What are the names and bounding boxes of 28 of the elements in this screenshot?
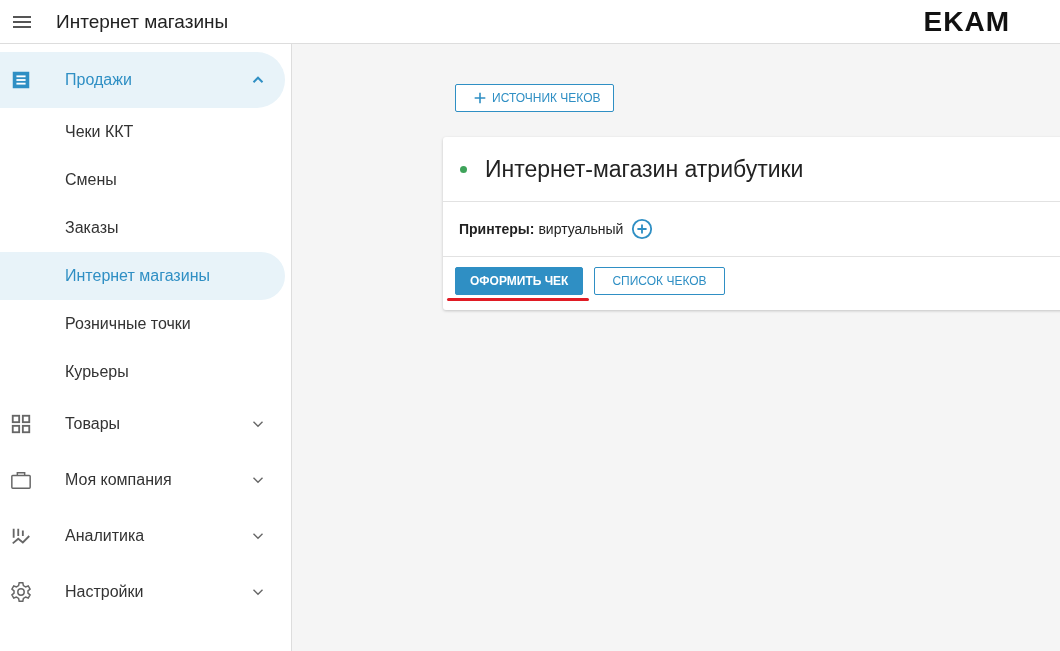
menu-icon[interactable] bbox=[13, 15, 31, 28]
nav-label: Аналитика bbox=[65, 527, 146, 545]
list-icon bbox=[10, 69, 32, 91]
add-source-button[interactable]: ИСТОЧНИК ЧЕКОВ bbox=[455, 84, 614, 112]
nav-item[interactable]: Моя компания bbox=[0, 452, 285, 508]
plus-icon bbox=[472, 90, 488, 106]
nav-subitem[interactable]: Розничные точки bbox=[0, 300, 285, 348]
nav-subitem[interactable]: Заказы bbox=[0, 204, 285, 252]
nav-label: Моя компания bbox=[65, 471, 173, 489]
nav-subitem[interactable]: Чеки ККТ bbox=[0, 108, 285, 156]
briefcase-icon bbox=[10, 469, 32, 491]
nav-subitem[interactable]: Смены bbox=[0, 156, 285, 204]
outlined-button[interactable]: СПИСОК ЧЕКОВ bbox=[594, 266, 725, 295]
grid-icon bbox=[10, 413, 32, 435]
nav-subitem[interactable]: Курьеры bbox=[0, 348, 285, 396]
logo[interactable]: EKAM bbox=[923, 5, 1010, 38]
nav-label: Настройки bbox=[65, 583, 145, 601]
nav-label: Продажи bbox=[65, 71, 133, 89]
add-circle-icon[interactable] bbox=[631, 218, 654, 240]
printers-text: Принтеры: виртуальный bbox=[459, 221, 624, 237]
nav-item[interactable]: Аналитика bbox=[0, 508, 285, 564]
settings-icon bbox=[10, 581, 32, 603]
nav-label: Товары bbox=[65, 415, 122, 433]
nav-item[interactable]: Товары bbox=[0, 396, 285, 452]
nav-item[interactable]: Настройки bbox=[0, 564, 285, 620]
primary-button[interactable]: ОФОРМИТЬ ЧЕК bbox=[455, 266, 584, 295]
page-title: Интернет магазины bbox=[56, 10, 229, 33]
store-title: Интернет-магазин атрибутики bbox=[485, 155, 804, 183]
